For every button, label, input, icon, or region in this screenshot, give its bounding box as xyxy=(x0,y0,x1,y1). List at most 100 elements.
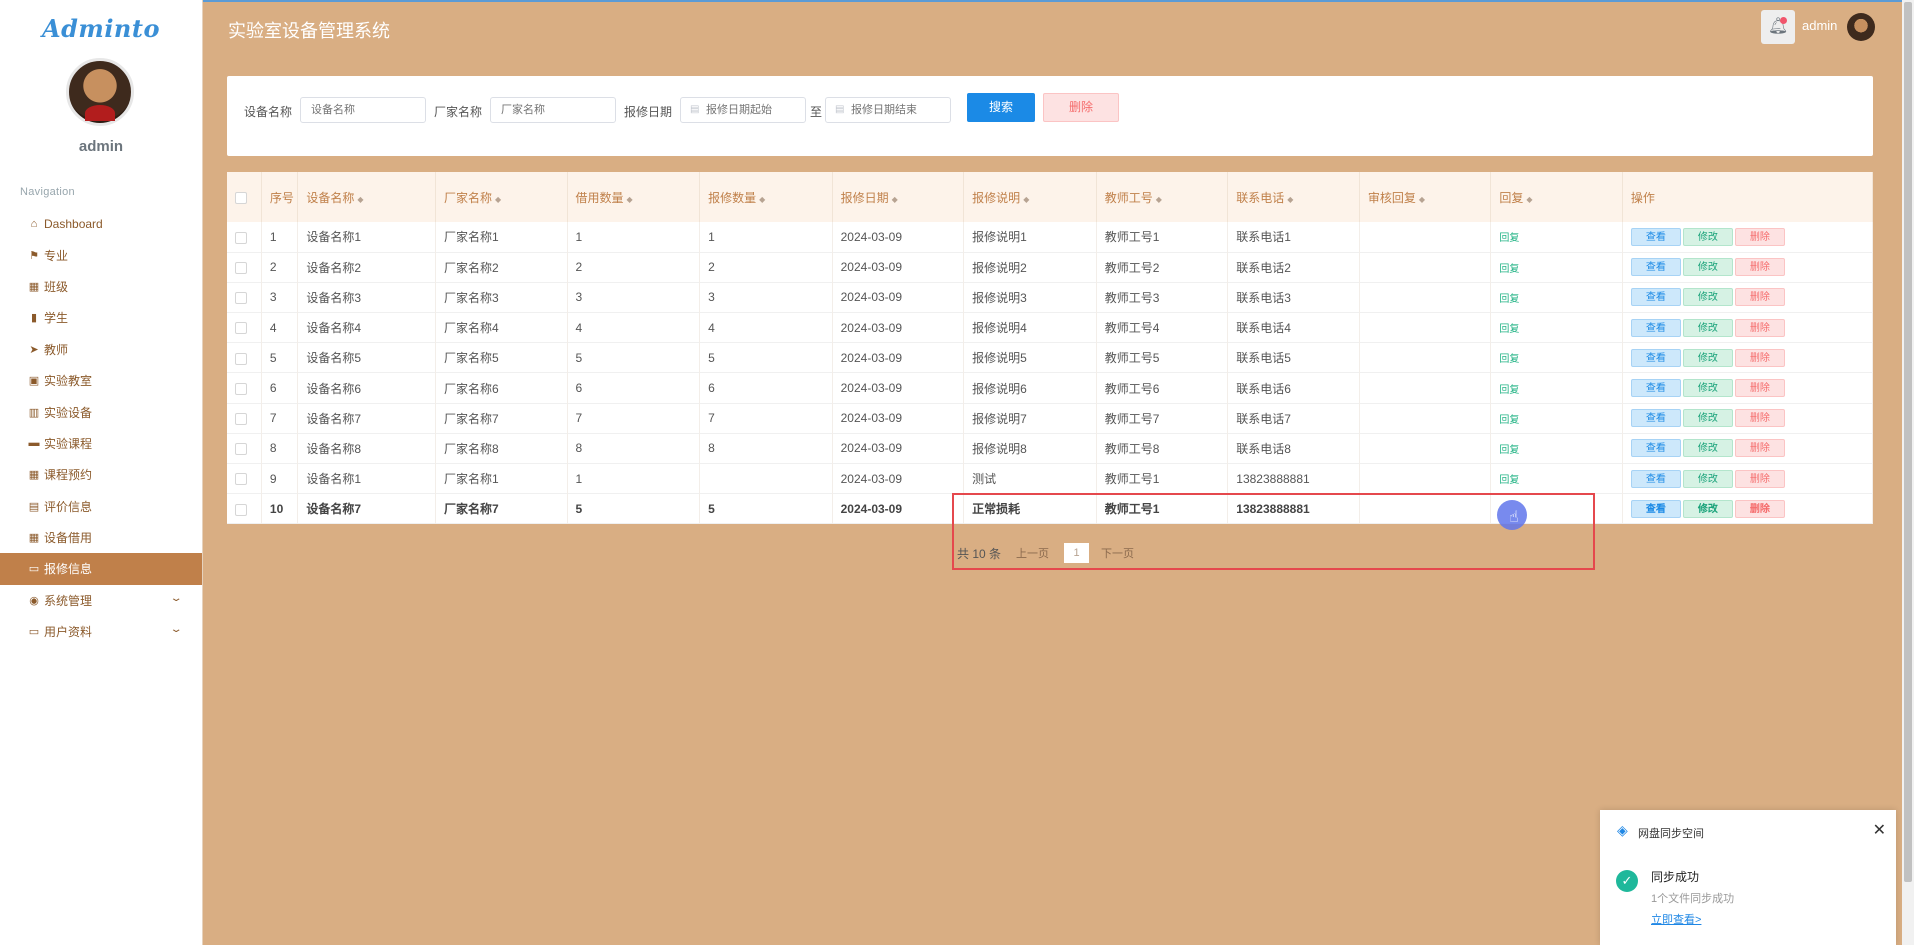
sidebar-item[interactable]: ▥ 实验设备 xyxy=(0,396,202,427)
sidebar-item[interactable]: ▭ 用户资料 ⌄ xyxy=(0,616,202,647)
maker-name-input[interactable] xyxy=(490,97,616,123)
sort-icon[interactable]: ◆ xyxy=(1287,195,1293,204)
column-header[interactable]: 报修日期 ◆ xyxy=(832,172,965,222)
row-checkbox[interactable] xyxy=(235,443,247,456)
edit-button[interactable]: 修改 xyxy=(1682,379,1733,398)
sort-icon[interactable]: ◆ xyxy=(759,195,765,204)
toast-view-link[interactable]: 立即查看> xyxy=(1651,911,1701,927)
table-row[interactable]: 3 设备名称3 厂家名称3 3 3 2024-03-09 报修说明3 教师工号3 联系电话3 回复… xyxy=(227,282,1874,313)
header-avatar[interactable] xyxy=(1847,13,1875,41)
edit-button[interactable]: 修改 xyxy=(1682,469,1733,488)
sort-icon[interactable]: ◆ xyxy=(627,195,633,204)
row-checkbox[interactable] xyxy=(235,292,247,305)
delete-button[interactable]: 删除 xyxy=(1734,409,1785,428)
table-row[interactable]: 9 设备名称1 厂家名称1 1 2024-03-09 测试 教师工号1 13823888881… xyxy=(227,463,1874,494)
column-header[interactable]: 回复 ◆ xyxy=(1490,172,1623,222)
view-button[interactable]: 查看 xyxy=(1630,409,1681,428)
view-button[interactable]: 查看 xyxy=(1630,379,1681,398)
sidebar-item[interactable]: ▭ 报修信息 xyxy=(0,553,202,585)
view-button[interactable]: 查看 xyxy=(1630,288,1681,307)
view-button[interactable]: 查看 xyxy=(1630,348,1681,367)
column-header[interactable]: 设备名称 ◆ xyxy=(297,172,436,222)
sidebar-item[interactable]: ➤ 教师 xyxy=(0,334,202,365)
delete-button[interactable]: 删除 xyxy=(1734,258,1785,277)
view-button[interactable]: 查看 xyxy=(1630,469,1681,488)
column-header[interactable]: 借用数量 ◆ xyxy=(567,172,701,222)
table-row[interactable]: 1 设备名称1 厂家名称1 1 1 2024-03-09 报修说明1 教师工号1 联系电话1 回复… xyxy=(227,222,1874,253)
row-checkbox[interactable] xyxy=(235,352,247,365)
row-checkbox[interactable] xyxy=(235,503,247,516)
column-header[interactable]: 审核回复 ◆ xyxy=(1359,172,1492,222)
search-button[interactable]: 搜索 xyxy=(967,93,1035,122)
sort-icon[interactable]: ◆ xyxy=(1526,195,1532,204)
sidebar-item[interactable]: ▤ 评价信息 xyxy=(0,491,202,522)
delete-button[interactable]: 删除 xyxy=(1734,348,1785,367)
sidebar-item[interactable]: ▦ 设备借用 xyxy=(0,522,202,553)
table-row[interactable]: 8 设备名称8 厂家名称8 8 8 2024-03-09 报修说明8 教师工号8 联系电话8 回复… xyxy=(227,433,1874,464)
sidebar-item[interactable]: ⌂ Dashboard xyxy=(0,208,202,239)
edit-button[interactable]: 修改 xyxy=(1682,227,1733,246)
sidebar-item[interactable]: ⚑ 专业 xyxy=(0,239,202,270)
edit-button[interactable]: 修改 xyxy=(1682,439,1733,458)
row-checkbox[interactable] xyxy=(235,231,247,244)
sort-icon[interactable]: ◆ xyxy=(1023,195,1029,204)
header-user-name[interactable]: admin xyxy=(1802,18,1837,33)
reply-link[interactable]: 回复 xyxy=(1499,415,1519,426)
column-header[interactable]: 厂家名称 ◆ xyxy=(435,172,568,222)
table-row[interactable]: 5 设备名称5 厂家名称5 5 5 2024-03-09 报修说明5 教师工号5 联系电话5 回复… xyxy=(227,342,1874,373)
delete-button[interactable]: 删除 xyxy=(1734,439,1785,458)
view-button[interactable]: 查看 xyxy=(1630,227,1681,246)
select-all-checkbox[interactable] xyxy=(235,191,247,204)
sort-icon[interactable]: ◆ xyxy=(1419,195,1425,204)
table-row[interactable]: 6 设备名称6 厂家名称6 6 6 2024-03-09 报修说明6 教师工号6 联系电话6 回复… xyxy=(227,372,1874,404)
sidebar-item[interactable]: ▦ 课程预约 xyxy=(0,459,202,490)
scrollbar-thumb[interactable] xyxy=(1904,2,1912,882)
reply-link[interactable]: 回复 xyxy=(1499,264,1519,275)
sort-icon[interactable]: ◆ xyxy=(892,195,898,204)
delete-button[interactable]: 删除 xyxy=(1734,499,1785,518)
reply-link[interactable]: 回复 xyxy=(1499,294,1519,305)
table-row[interactable]: 2 设备名称2 厂家名称2 2 2 2024-03-09 报修说明2 教师工号2 联系电话2 回复… xyxy=(227,252,1874,283)
sidebar-item[interactable]: ▮ 学生 xyxy=(0,302,202,333)
column-header[interactable]: 报修数量 ◆ xyxy=(699,172,833,222)
batch-delete-button[interactable]: 删除 xyxy=(1043,93,1119,122)
reply-link[interactable]: 回复 xyxy=(1499,385,1519,396)
delete-button[interactable]: 删除 xyxy=(1734,288,1785,307)
edit-button[interactable]: 修改 xyxy=(1682,499,1733,518)
device-name-input[interactable] xyxy=(300,97,426,123)
edit-button[interactable]: 修改 xyxy=(1682,318,1733,337)
avatar[interactable] xyxy=(66,58,134,126)
edit-button[interactable]: 修改 xyxy=(1682,348,1733,367)
sidebar-item[interactable]: ▣ 实验教室 xyxy=(0,365,202,396)
table-row[interactable]: 7 设备名称7 厂家名称7 7 7 2024-03-09 报修说明7 教师工号7 联系电话7 回复… xyxy=(227,403,1874,434)
column-header[interactable]: 教师工号 ◆ xyxy=(1096,172,1229,222)
table-row[interactable]: 4 设备名称4 厂家名称4 4 4 2024-03-09 报修说明4 教师工号4 联系电话4 回复… xyxy=(227,312,1874,343)
view-button[interactable]: 查看 xyxy=(1630,439,1681,458)
reply-link[interactable]: 回复 xyxy=(1499,233,1519,244)
column-header[interactable]: 序号 xyxy=(261,172,299,222)
sort-icon[interactable]: ◆ xyxy=(357,195,363,204)
sidebar-item[interactable]: ◉ 系统管理 ⌄ xyxy=(0,585,202,616)
brand-logo[interactable]: Adminto xyxy=(0,14,202,43)
row-checkbox[interactable] xyxy=(235,473,247,486)
row-checkbox[interactable] xyxy=(235,322,247,335)
sidebar-item[interactable]: ▬ 实验课程 xyxy=(0,428,202,459)
close-icon[interactable]: ✕ xyxy=(1873,820,1886,840)
reply-link[interactable]: 回复 xyxy=(1499,475,1519,486)
view-button[interactable]: 查看 xyxy=(1630,499,1681,518)
row-checkbox[interactable] xyxy=(235,262,247,275)
edit-button[interactable]: 修改 xyxy=(1682,258,1733,277)
column-header[interactable]: 报修说明 ◆ xyxy=(963,172,1097,222)
reply-link[interactable]: 回复 xyxy=(1499,445,1519,456)
sidebar-item[interactable]: ▦ 班级 xyxy=(0,271,202,302)
edit-button[interactable]: 修改 xyxy=(1682,409,1733,428)
delete-button[interactable]: 删除 xyxy=(1734,379,1785,398)
view-button[interactable]: 查看 xyxy=(1630,258,1681,277)
sort-icon[interactable]: ◆ xyxy=(495,195,501,204)
delete-button[interactable]: 删除 xyxy=(1734,227,1785,246)
view-button[interactable]: 查看 xyxy=(1630,318,1681,337)
row-checkbox[interactable] xyxy=(235,382,247,395)
reply-link[interactable]: 回复 xyxy=(1499,354,1519,365)
delete-button[interactable]: 删除 xyxy=(1734,318,1785,337)
reply-link[interactable]: 回复 xyxy=(1499,324,1519,335)
